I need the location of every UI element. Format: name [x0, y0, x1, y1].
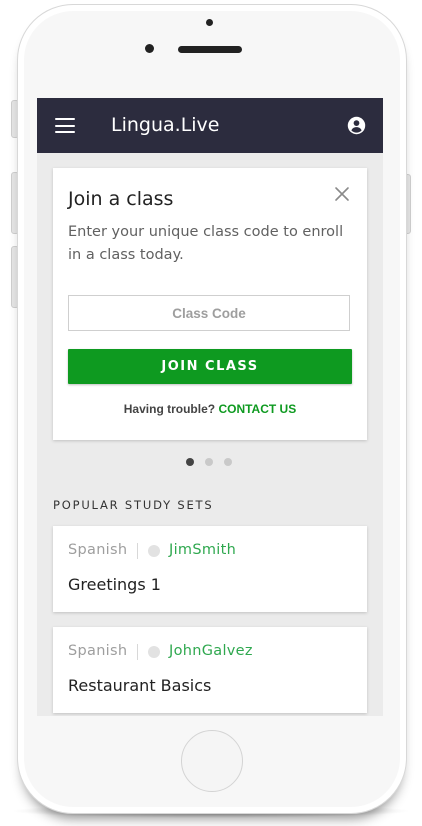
contact-us-link[interactable]: CONTACT US: [218, 402, 296, 416]
home-button[interactable]: [181, 730, 243, 792]
front-camera: [145, 44, 154, 53]
join-class-button[interactable]: JOIN CLASS: [68, 349, 352, 384]
app-bar: Lingua.Live: [37, 98, 383, 153]
sensor-dot: [206, 19, 213, 26]
carousel-dot[interactable]: [205, 458, 213, 466]
join-class-description: Enter your unique class code to enroll i…: [68, 224, 344, 263]
author-avatar: [148, 545, 160, 557]
study-set-title: Greetings 1: [68, 575, 161, 594]
study-set-title: Restaurant Basics: [68, 676, 212, 695]
app-screen: Lingua.Live Join a class Enter your uniq…: [37, 98, 383, 716]
having-trouble-text: Having trouble?: [123, 402, 216, 416]
close-icon[interactable]: [332, 184, 352, 204]
help-line: Having trouble? CONTACT US: [53, 402, 367, 416]
study-set-language: Spanish: [68, 542, 128, 558]
popular-study-sets-heading: POPULAR STUDY SETS: [53, 498, 214, 512]
account-circle-icon[interactable]: [347, 116, 366, 135]
hamburger-icon[interactable]: [55, 118, 75, 133]
study-set-language: Spanish: [68, 643, 128, 659]
class-code-input[interactable]: [68, 295, 350, 331]
divider: [137, 543, 138, 559]
app-title: Lingua.Live: [111, 114, 220, 136]
join-class-card: Join a class Enter your unique class cod…: [53, 168, 367, 440]
carousel-indicator: [186, 458, 236, 467]
study-set-card[interactable]: Spanish JimSmith Greetings 1: [53, 526, 367, 612]
divider: [137, 644, 138, 660]
earpiece-speaker: [178, 46, 242, 53]
carousel-dot[interactable]: [186, 458, 194, 466]
join-class-title: Join a class: [68, 188, 174, 210]
study-set-author[interactable]: JohnGalvez: [169, 643, 253, 659]
carousel-dot[interactable]: [224, 458, 232, 466]
study-set-card[interactable]: Spanish JohnGalvez Restaurant Basics: [53, 627, 367, 713]
study-set-author[interactable]: JimSmith: [169, 542, 236, 558]
author-avatar: [148, 646, 160, 658]
